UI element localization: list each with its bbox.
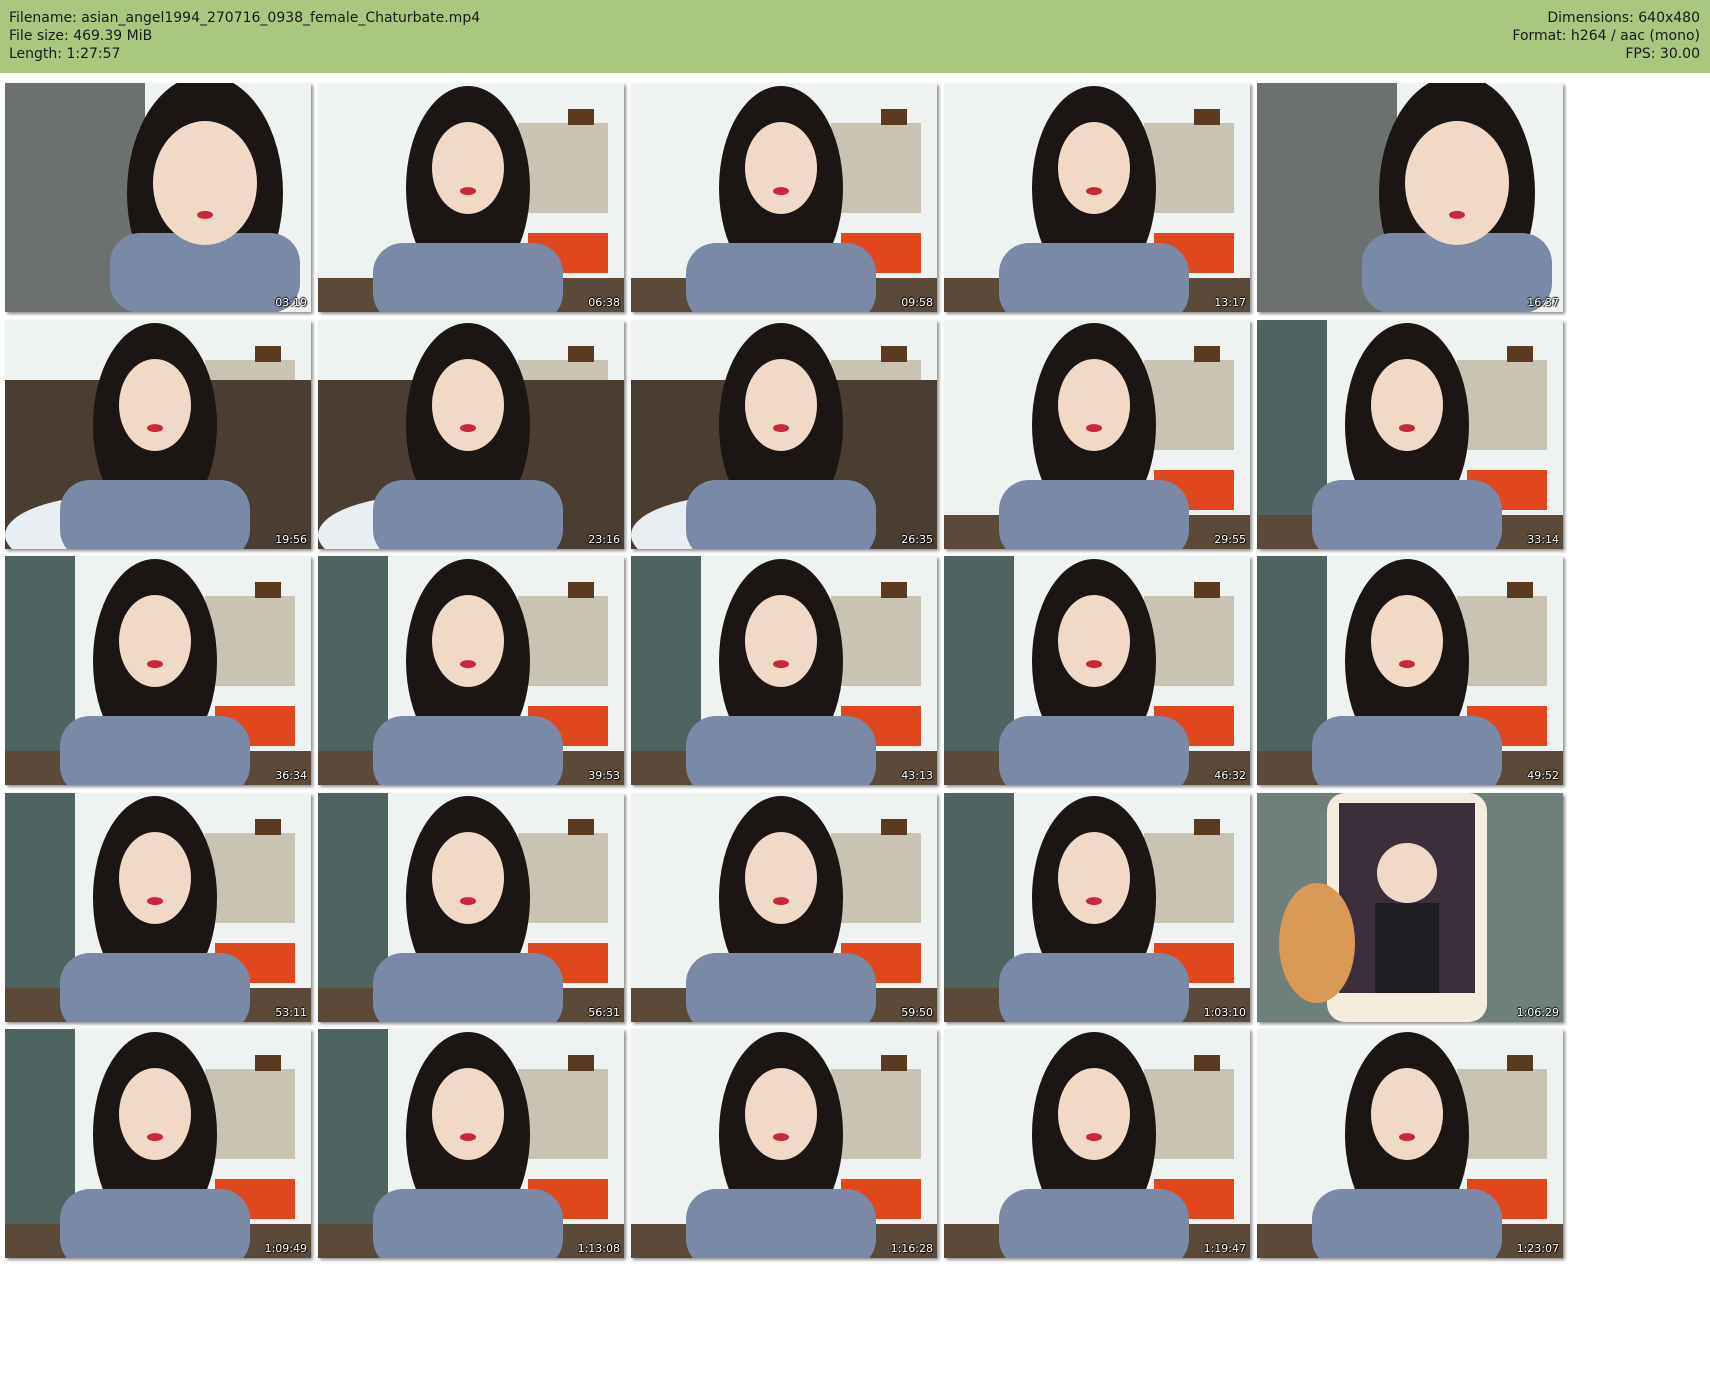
frame-image — [631, 83, 937, 312]
thumbnail-grid: 03:19 06:38 09:58 13:17 16:37 19:56 23:16 26:35… — [5, 83, 1705, 1369]
frame-image — [631, 792, 937, 1022]
frame-image — [1257, 792, 1563, 1022]
timestamp-label: 1:03:10 — [1203, 1005, 1246, 1019]
file-info-right: Dimensions: 640x480 Format: h264 / aac (… — [1512, 9, 1700, 63]
video-thumbnail: 1:16:28 — [631, 1029, 937, 1258]
frame-image — [944, 556, 1250, 785]
video-thumbnail: 36:34 — [5, 556, 311, 785]
timestamp-label: 43:13 — [901, 769, 933, 782]
video-thumbnail: 59:50 — [631, 792, 937, 1022]
video-thumbnail: 1:19:47 — [944, 1029, 1250, 1258]
timestamp-label: 1:09:49 — [264, 1242, 307, 1255]
video-thumbnail: 06:38 — [318, 83, 624, 312]
frame-image — [318, 556, 624, 785]
filename-text: Filename: asian_angel1994_270716_0938_fe… — [9, 10, 481, 26]
video-thumbnail: 13:17 — [944, 83, 1250, 312]
fps-text: FPS: 30.00 — [1625, 46, 1700, 62]
length-text: Length: 1:27:57 — [9, 46, 121, 62]
timestamp-label: 1:16:28 — [890, 1242, 933, 1255]
video-thumbnail: 46:32 — [944, 556, 1250, 785]
info-header: Filename: asian_angel1994_270716_0938_fe… — [0, 0, 1710, 73]
timestamp-label: 06:38 — [588, 296, 620, 309]
video-thumbnail: 53:11 — [5, 792, 311, 1022]
video-thumbnail: 19:56 — [5, 319, 311, 549]
timestamp-label: 39:53 — [588, 769, 620, 782]
timestamp-label: 19:56 — [275, 532, 307, 546]
video-thumbnail: 1:23:07 — [1257, 1029, 1563, 1258]
frame-image — [1257, 1029, 1563, 1258]
video-thumbnail: 1:09:49 — [5, 1029, 311, 1258]
video-thumbnail: 43:13 — [631, 556, 937, 785]
frame-image — [1257, 319, 1563, 549]
frame-image — [5, 83, 311, 312]
frame-image — [318, 1029, 624, 1258]
timestamp-label: 03:19 — [275, 296, 307, 309]
video-thumbnail: 1:03:10 — [944, 792, 1250, 1022]
timestamp-label: 33:14 — [1527, 532, 1559, 546]
timestamp-label: 36:34 — [275, 769, 307, 782]
frame-image — [318, 83, 624, 312]
video-thumbnail: 56:31 — [318, 792, 624, 1022]
format-text: Format: h264 / aac (mono) — [1512, 28, 1700, 44]
frame-image — [5, 792, 311, 1022]
frame-image — [5, 319, 311, 549]
frame-image — [944, 1029, 1250, 1258]
frame-image — [631, 1029, 937, 1258]
timestamp-label: 1:06:29 — [1516, 1005, 1559, 1019]
video-thumbnail: 39:53 — [318, 556, 624, 785]
video-thumbnail: 09:58 — [631, 83, 937, 312]
frame-image — [631, 319, 937, 549]
frame-image — [5, 556, 311, 785]
video-thumbnail: 1:06:29 — [1257, 792, 1563, 1022]
timestamp-label: 13:17 — [1214, 296, 1246, 309]
timestamp-label: 59:50 — [901, 1005, 933, 1019]
frame-image — [318, 319, 624, 549]
timestamp-label: 56:31 — [588, 1005, 620, 1019]
video-thumbnail: 26:35 — [631, 319, 937, 549]
timestamp-label: 09:58 — [901, 296, 933, 309]
timestamp-label: 1:19:47 — [1203, 1242, 1246, 1255]
filesize-text: File size: 469.39 MiB — [9, 28, 153, 44]
frame-image — [944, 792, 1250, 1022]
video-thumbnail: 16:37 — [1257, 83, 1563, 312]
timestamp-label: 46:32 — [1214, 769, 1246, 782]
video-thumbnail: 29:55 — [944, 319, 1250, 549]
video-thumbnail: 1:13:08 — [318, 1029, 624, 1258]
timestamp-label: 53:11 — [275, 1005, 307, 1019]
frame-image — [944, 83, 1250, 312]
frame-image — [1257, 556, 1563, 785]
file-info-left: Filename: asian_angel1994_270716_0938_fe… — [9, 9, 480, 63]
dimensions-text: Dimensions: 640x480 — [1547, 10, 1700, 26]
timestamp-label: 1:13:08 — [577, 1242, 620, 1255]
timestamp-label: 29:55 — [1214, 532, 1246, 546]
timestamp-label: 26:35 — [901, 532, 933, 546]
video-thumbnail: 49:52 — [1257, 556, 1563, 785]
frame-image — [5, 1029, 311, 1258]
frame-image — [1257, 83, 1563, 312]
frame-image — [631, 556, 937, 785]
video-thumbnail: 33:14 — [1257, 319, 1563, 549]
timestamp-label: 49:52 — [1527, 769, 1559, 782]
frame-image — [318, 792, 624, 1022]
video-thumbnail: 23:16 — [318, 319, 624, 549]
timestamp-label: 16:37 — [1527, 296, 1559, 309]
timestamp-label: 1:23:07 — [1516, 1242, 1559, 1255]
timestamp-label: 23:16 — [588, 532, 620, 546]
video-thumbnail: 03:19 — [5, 83, 311, 312]
frame-image — [944, 319, 1250, 549]
